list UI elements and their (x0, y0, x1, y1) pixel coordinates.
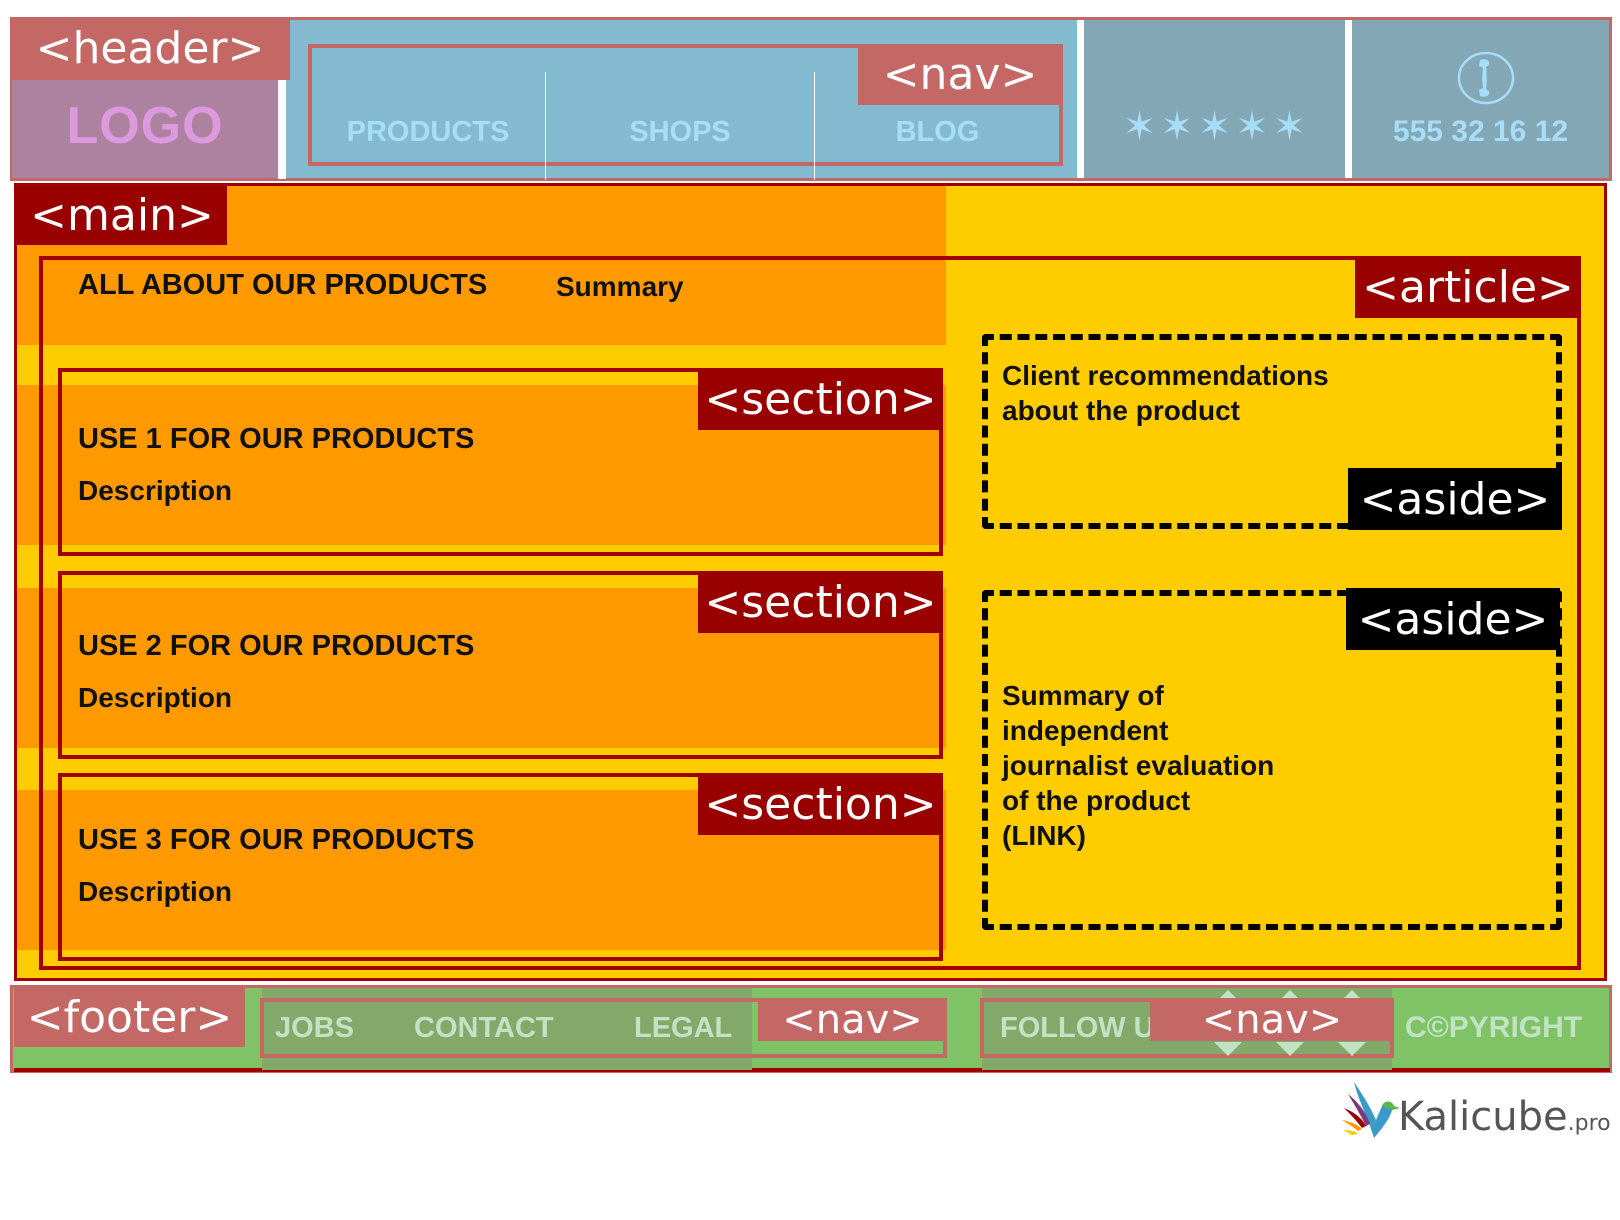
footer-link-jobs[interactable]: JOBS (275, 1006, 354, 1050)
star-icon: ✶ (1272, 105, 1307, 149)
section-tag-label: <section> (698, 368, 943, 430)
copyright: C©PYRIGHT (1405, 1011, 1583, 1044)
aside-line: independent (1002, 715, 1169, 746)
article-summary: Summary (556, 271, 684, 302)
section-tag-label: <section> (698, 773, 943, 835)
star-icon: ✶ (1235, 105, 1269, 149)
aside-tag-label: <aside> (1346, 588, 1560, 650)
footer-link-contact[interactable]: CONTACT (414, 1006, 554, 1050)
nav-item-products[interactable]: PRODUCTS (312, 112, 544, 152)
social-icon[interactable] (1344, 990, 1360, 998)
divider (1077, 20, 1084, 178)
phone-icon[interactable] (1456, 50, 1516, 106)
phone-number[interactable]: 555 32 16 12 (1352, 112, 1609, 152)
logo[interactable]: LOGO (12, 86, 278, 166)
rating-panel (1084, 20, 1345, 178)
section-description: Description (78, 682, 233, 713)
nav-tag-label: <nav> (858, 44, 1062, 105)
aside-line: of the product (1002, 785, 1191, 816)
article-tag-label: <article> (1355, 256, 1581, 318)
footer-tag-label: <footer> (14, 987, 245, 1047)
kalicube-brand[interactable]: Kalicube .pro (1398, 1090, 1611, 1140)
aside-line: journalist evaluation (1002, 750, 1275, 781)
social-icon[interactable] (1276, 1042, 1304, 1056)
section-tag-label: <section> (698, 571, 943, 633)
section-title: USE 1 FOR OUR PRODUCTS (78, 422, 475, 455)
brand-suffix: .pro (1567, 1111, 1611, 1136)
aside-line: Summary of (1002, 680, 1164, 711)
nav-item-blog[interactable]: BLOG (815, 112, 1060, 152)
aside-tag-label: <aside> (1348, 468, 1562, 530)
divider (278, 80, 286, 179)
section-description: Description (78, 475, 233, 506)
star-icon: ✶ (1122, 105, 1157, 149)
aside-text: Client recommendations about the product (1002, 358, 1329, 428)
main-tag-label: <main> (17, 186, 227, 245)
aside-link[interactable]: (LINK) (1002, 818, 1274, 853)
divider (1345, 20, 1352, 178)
section-title: USE 2 FOR OUR PRODUCTS (78, 629, 475, 662)
article-title: ALL ABOUT OUR PRODUCTS (78, 268, 488, 301)
star-rating: ✶ ✶ ✶ ✶ ✶ (1084, 102, 1345, 152)
section-title: USE 3 FOR OUR PRODUCTS (78, 823, 475, 856)
aside-line: about the product (1002, 395, 1240, 426)
nav-tag-label: <nav> (1150, 997, 1394, 1043)
social-icon[interactable] (1338, 1042, 1366, 1056)
star-icon: ✶ (1160, 105, 1194, 149)
nav-item-shops[interactable]: SHOPS (546, 112, 814, 152)
social-icon[interactable] (1214, 1042, 1242, 1056)
kalicube-bird-icon (1342, 1082, 1400, 1138)
brand-name: Kalicube (1398, 1094, 1568, 1140)
footer-link-legal[interactable]: LEGAL (634, 1006, 732, 1050)
star-icon: ✶ (1197, 105, 1232, 149)
header-tag-label: <header> (10, 17, 290, 80)
aside-text: Summary of independent journalist evalua… (1002, 678, 1274, 853)
aside-line: Client recommendations (1002, 360, 1329, 391)
nav-tag-label: <nav> (758, 997, 947, 1043)
section-description: Description (78, 876, 233, 907)
